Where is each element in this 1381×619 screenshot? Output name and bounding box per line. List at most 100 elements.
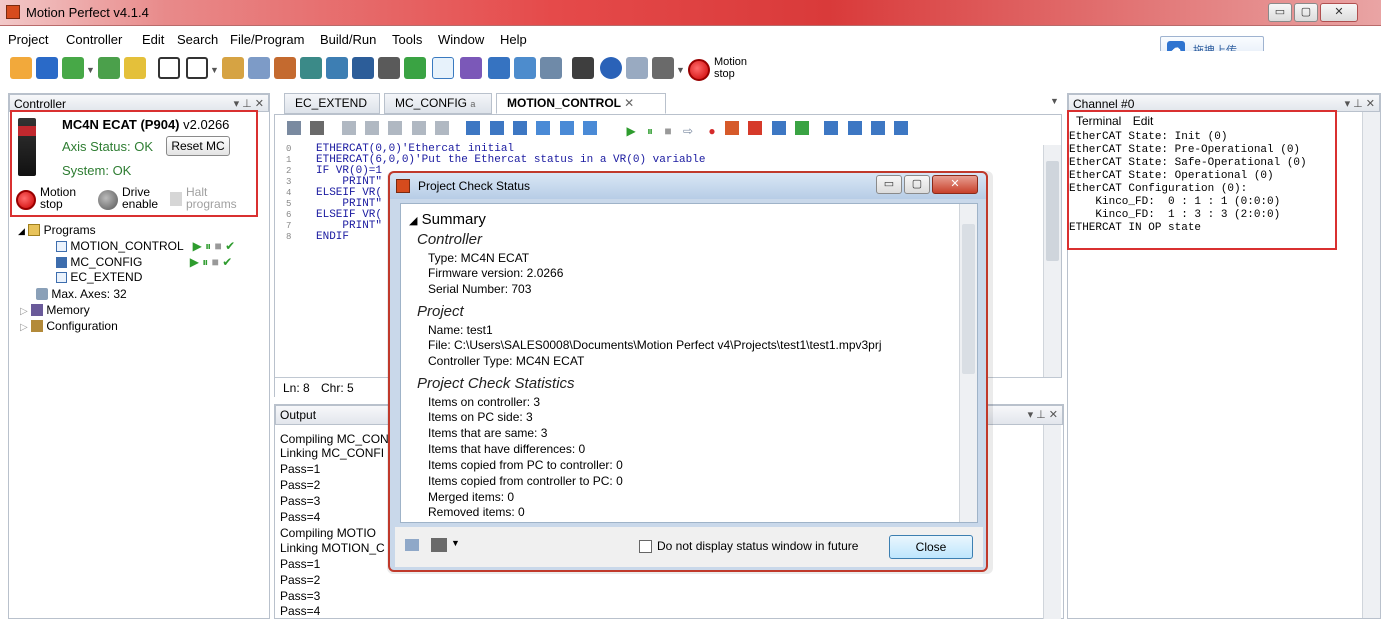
help-icon[interactable] — [600, 57, 622, 79]
expand-icon[interactable]: ▷ — [20, 322, 28, 333]
scroll-thumb[interactable] — [962, 224, 975, 374]
network-icon[interactable] — [62, 57, 84, 79]
dropdown-arrow-icon[interactable]: ▼ — [676, 65, 685, 75]
watch-icon[interactable] — [725, 121, 739, 135]
minimize-button[interactable]: ▭ — [1268, 3, 1292, 22]
pause-icon[interactable]: ⏸ — [205, 239, 211, 253]
pause-icon[interactable]: ⏸ — [202, 255, 208, 269]
clipboard-icon[interactable] — [626, 57, 648, 79]
vr-view-icon[interactable] — [488, 57, 510, 79]
menu-window[interactable]: Window — [438, 32, 484, 47]
bookmark-icon[interactable] — [583, 121, 598, 135]
dialog-minimize-button[interactable]: ▭ — [876, 175, 902, 194]
tab-motion-control[interactable]: MOTION_CONTROL ✕ — [496, 93, 666, 114]
run-icon[interactable]: ▶ — [626, 124, 635, 138]
step-icon[interactable]: ⇨ — [683, 124, 693, 138]
project-icon[interactable] — [222, 57, 244, 79]
find-icon[interactable] — [489, 121, 504, 135]
summary-heading[interactable]: ◢ Summary — [409, 211, 486, 228]
menu-terminal[interactable]: Terminal — [1076, 114, 1121, 128]
copy-icon[interactable] — [405, 539, 419, 551]
io-icon[interactable] — [274, 57, 296, 79]
dialog-close-x-button[interactable]: ✕ — [932, 175, 978, 194]
menu-edit-terminal[interactable]: Edit — [1133, 114, 1154, 128]
maximize-button[interactable]: ▢ — [1294, 3, 1318, 22]
cut-icon[interactable] — [341, 121, 356, 135]
menu-build-run[interactable]: Build/Run — [320, 32, 376, 47]
close-tab-icon[interactable]: ✕ — [624, 96, 634, 110]
tab-mc-config[interactable]: MC_CONFIG a — [384, 93, 492, 114]
format-icon[interactable] — [871, 121, 886, 135]
menu-search[interactable]: Search — [177, 32, 218, 47]
tree-programs[interactable]: ◢ Programs — [18, 223, 96, 237]
halt-programs-button[interactable]: Halt programs — [186, 186, 237, 210]
scroll-thumb[interactable] — [1046, 161, 1059, 261]
program-icon[interactable] — [248, 57, 270, 79]
indent-icon[interactable] — [466, 121, 481, 135]
tree-configuration[interactable]: ▷ Configuration — [20, 319, 118, 333]
redo-icon[interactable] — [435, 121, 450, 135]
close-button[interactable]: ✕ — [1320, 3, 1358, 22]
comment-icon[interactable] — [536, 121, 551, 135]
tune-icon[interactable] — [326, 57, 348, 79]
tab-dropdown-icon[interactable]: ▼ — [1050, 96, 1059, 106]
breakpoint-icon[interactable]: ● — [708, 124, 715, 138]
pause-icon[interactable]: ⏸ — [647, 124, 653, 138]
tree-item-motion-control[interactable]: MOTION_CONTROL ▶ ⏸ ■ ✔ — [56, 239, 235, 254]
dialog-maximize-button[interactable]: ▢ — [904, 175, 930, 194]
collapse-icon[interactable]: ◢ — [18, 226, 25, 236]
dropdown-arrow-icon[interactable]: ▼ — [451, 538, 460, 548]
channel-scrollbar[interactable] — [1362, 112, 1380, 618]
report-icon[interactable] — [652, 57, 674, 79]
menu-project[interactable]: Project — [8, 32, 48, 47]
align-icon[interactable] — [824, 121, 839, 135]
uncomment-icon[interactable] — [559, 121, 574, 135]
table-icon[interactable] — [352, 57, 374, 79]
menu-edit[interactable]: Edit — [142, 32, 164, 47]
motion-stop-label[interactable]: Motion stop — [714, 56, 747, 80]
tools-icon[interactable] — [771, 121, 786, 135]
reset-mc-button[interactable]: Reset MC — [166, 136, 230, 156]
paste-icon[interactable] — [388, 121, 403, 135]
print-icon[interactable] — [310, 121, 325, 135]
pin-close-icon[interactable]: ▾ ⊥ ✕ — [1345, 97, 1375, 110]
tree-max-axes[interactable]: Max. Axes: 32 — [36, 287, 127, 301]
dropdown-arrow-icon[interactable]: ▼ — [86, 65, 95, 75]
terminal-icon[interactable] — [158, 57, 180, 79]
close-button[interactable]: Close — [889, 535, 973, 559]
stop-icon[interactable]: ■ — [212, 255, 219, 269]
grid-icon[interactable] — [460, 57, 482, 79]
run-icon[interactable]: ▶ — [193, 239, 202, 253]
check-icon[interactable] — [795, 121, 810, 135]
brace-icon[interactable] — [894, 121, 909, 135]
list-icon[interactable] — [847, 121, 862, 135]
axis-icon[interactable] — [300, 57, 322, 79]
output-scrollbar[interactable] — [1043, 425, 1061, 619]
stop-icon[interactable]: ■ — [215, 239, 222, 253]
editor-scrollbar[interactable] — [1043, 145, 1061, 397]
run-icon[interactable]: ▶ — [190, 255, 199, 269]
menu-tools[interactable]: Tools — [392, 32, 422, 47]
drive-enable-button[interactable]: Drive enable — [122, 186, 158, 210]
dialog-scrollbar[interactable] — [959, 204, 977, 522]
cog-icon[interactable] — [572, 57, 594, 79]
network2-icon[interactable] — [98, 57, 120, 79]
tree-item-mc-config[interactable]: MC_CONFIG ▶ ⏸ ■ ✔ — [56, 255, 232, 270]
motion-stop-icon[interactable] — [688, 59, 710, 81]
collapse-icon[interactable]: ◢ — [409, 215, 417, 227]
debug-icon[interactable] — [748, 121, 763, 135]
stop-icon[interactable]: ■ — [664, 124, 671, 138]
window-icon[interactable] — [186, 57, 208, 79]
search-tool-icon[interactable] — [514, 57, 536, 79]
motion-stop-button-icon[interactable] — [16, 190, 36, 210]
dropdown-arrow-icon[interactable]: ▼ — [210, 65, 219, 75]
menu-help[interactable]: Help — [500, 32, 527, 47]
user-icon[interactable] — [124, 57, 146, 79]
copy-icon[interactable] — [365, 121, 380, 135]
tab-ec-extend[interactable]: EC_EXTEND — [284, 93, 380, 114]
do-not-display-checkbox[interactable] — [639, 540, 652, 553]
menu-controller[interactable]: Controller — [66, 32, 122, 47]
menu-file-program[interactable]: File/Program — [230, 32, 304, 47]
monitor-icon[interactable] — [540, 57, 562, 79]
bars-icon[interactable] — [378, 57, 400, 79]
